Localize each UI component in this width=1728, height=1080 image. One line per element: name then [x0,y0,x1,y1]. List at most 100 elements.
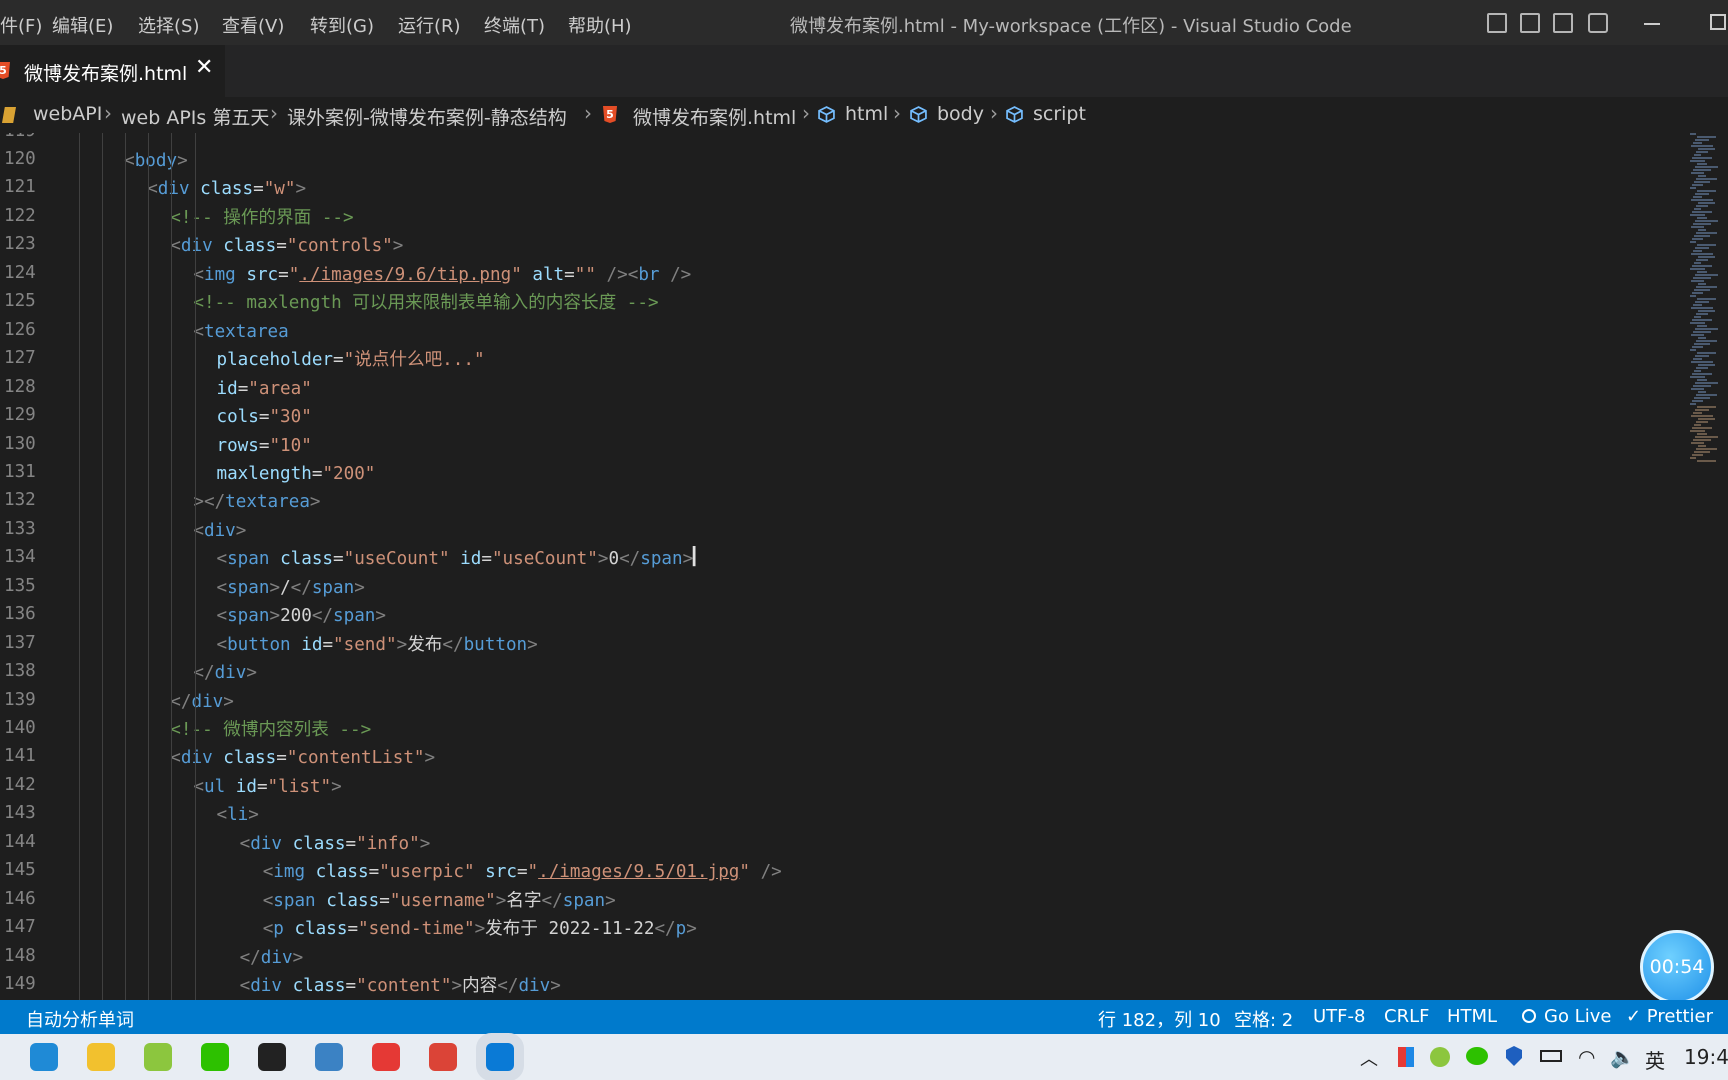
code-line[interactable]: <div class="info"> [240,830,431,858]
menu-item[interactable]: 件(F) [0,12,42,38]
tray-volume-icon[interactable]: 🔈 [1610,1045,1635,1069]
code-token: <!-- 操作的界面 --> [170,207,354,228]
search-app-icon[interactable] [315,1043,343,1071]
code-line[interactable]: <div class="content">内容</div> [240,972,561,1000]
code-line[interactable]: <textarea [193,318,288,346]
status-go-live[interactable]: Go Live [1544,1006,1611,1027]
code-line[interactable]: <body> [124,147,188,175]
breadcrumb-item-html[interactable]: html [845,103,888,125]
code-line[interactable]: </div> [193,659,257,687]
chrome-icon[interactable] [429,1043,457,1071]
code-line[interactable]: <img class="userpic" src="./images/9.5/0… [263,858,782,886]
code-line[interactable]: <!-- maxlength 可以用来限制表单输入的内容长度 --> [193,289,658,317]
game-icon[interactable] [144,1043,172,1071]
code-line[interactable]: <li> [217,801,259,829]
toggle-panel-icon[interactable] [1520,13,1540,33]
wechat-icon[interactable] [201,1043,229,1071]
code-line[interactable]: <!-- 微博内容列表 --> [170,716,371,744]
code-line[interactable]: <p class="send-time">发布于 2022-11-22</p> [263,915,697,943]
status-encoding[interactable]: UTF-8 [1313,1006,1365,1027]
code-token: id [460,549,482,570]
tray-overflow-icon[interactable]: ︿ [1360,1045,1378,1071]
minimap-line [1692,238,1703,240]
code-token: </ [497,976,519,997]
minimap-line [1692,292,1703,294]
toggle-primary-sidebar-icon[interactable] [1487,13,1507,33]
code-line[interactable]: placeholder="说点什么吧..." [217,346,485,374]
code-line[interactable]: rows="10" [217,432,312,460]
breadcrumb-item-case-folder[interactable]: 课外案例-微博发布案例-静态结构 [287,103,567,130]
code-line[interactable]: <img src="./images/9.6/tip.png" alt="" /… [193,261,691,289]
code-line[interactable]: cols="30" [217,403,312,431]
code-line[interactable]: <span>/</span> [217,574,365,602]
customize-layout-icon[interactable] [1588,13,1608,33]
breadcrumb-item-body[interactable]: body [937,103,984,125]
code-line[interactable]: <!-- 操作的界面 --> [170,204,353,232]
minimap-line [1692,211,1712,213]
breadcrumb-item-webapi[interactable]: webAPI [33,103,102,125]
breadcrumb-item-day5[interactable]: web APIs 第五天 [121,103,269,130]
tray-battery-icon[interactable] [1540,1050,1562,1062]
code-line[interactable]: <div class="controls"> [170,232,403,260]
menu-item[interactable]: 选择(S) [138,12,199,38]
qq-icon[interactable] [258,1043,286,1071]
status-prettier[interactable]: ✓ Prettier [1626,1006,1713,1027]
tray-wifi-icon[interactable]: ◠ [1578,1045,1595,1069]
toggle-secondary-sidebar-icon[interactable] [1553,13,1573,33]
vscode-icon[interactable] [486,1043,514,1071]
line-number: 146 [4,888,36,909]
code-line[interactable]: maxlength="200" [217,460,376,488]
status-language[interactable]: HTML [1447,1006,1497,1027]
code-line[interactable]: ></textarea> [193,488,320,516]
menu-item[interactable]: 转到(G) [310,12,374,38]
code-line[interactable]: </div> [240,944,304,972]
code-token: class [223,748,277,769]
status-indentation[interactable]: 空格: 2 [1234,1006,1293,1032]
minimap-line [1690,376,1705,378]
maximize-icon[interactable] [1710,14,1726,30]
code-line[interactable]: <div> [193,517,246,545]
minimap[interactable] [1690,133,1720,503]
minimap-line [1694,181,1710,183]
ime-indicator[interactable]: 英 [1645,1045,1665,1074]
file-explorer-icon[interactable] [87,1043,115,1071]
edge-icon[interactable] [30,1043,58,1071]
line-number: 132 [4,490,36,511]
clock[interactable]: 19:44 [1684,1045,1728,1069]
code-token: " [288,264,300,285]
code-line[interactable]: </div> [170,688,234,716]
menu-item[interactable]: 运行(R) [398,12,461,38]
menu-item[interactable]: 终端(T) [484,12,545,38]
code-line[interactable]: <span class="useCount" id="useCount">0</… [217,545,694,573]
code-line[interactable]: id="area" [217,375,312,403]
code-editor[interactable]: 119 <body><div class="w"><!-- 操作的界面 --><… [0,133,1728,1000]
code-line[interactable]: <div class="contentList"> [170,744,435,772]
tab-active-file[interactable]: 5 微博发布案例.html ✕ [0,45,225,97]
tray-security-shield-icon[interactable] [1506,1046,1522,1066]
menu-item[interactable]: 帮助(H) [568,12,632,38]
breadcrumb-item-script[interactable]: script [1033,103,1086,125]
breadcrumb-item-file[interactable]: 微博发布案例.html [633,103,796,130]
code-line[interactable]: <span>200</span> [217,602,387,630]
code-line[interactable]: <ul id="list"> [193,773,341,801]
code-token: "userpic" [379,862,475,883]
status-eol[interactable]: CRLF [1384,1006,1429,1027]
status-cursor-position[interactable]: 行 182，列 10 [1098,1006,1221,1032]
line-number: 141 [4,746,36,767]
tray-game-icon[interactable] [1430,1047,1450,1067]
tray-wechat-icon[interactable] [1466,1047,1488,1065]
line-number: 135 [4,575,36,596]
minimize-icon[interactable] [1644,23,1660,25]
tray-app-icon[interactable] [1398,1047,1414,1067]
menu-item[interactable]: 编辑(E) [52,12,113,38]
code-line[interactable]: <button id="send">发布</button> [217,631,538,659]
code-token: class [292,833,346,854]
menu-item[interactable]: 查看(V) [222,12,284,38]
code-token: "200" [322,463,376,484]
app-tiles-icon[interactable] [372,1043,400,1071]
code-line[interactable]: <span class="username">名字</span> [263,887,616,915]
status-auto-analyze[interactable]: 自动分析单词 [26,1006,134,1032]
close-icon[interactable]: ✕ [195,55,213,80]
